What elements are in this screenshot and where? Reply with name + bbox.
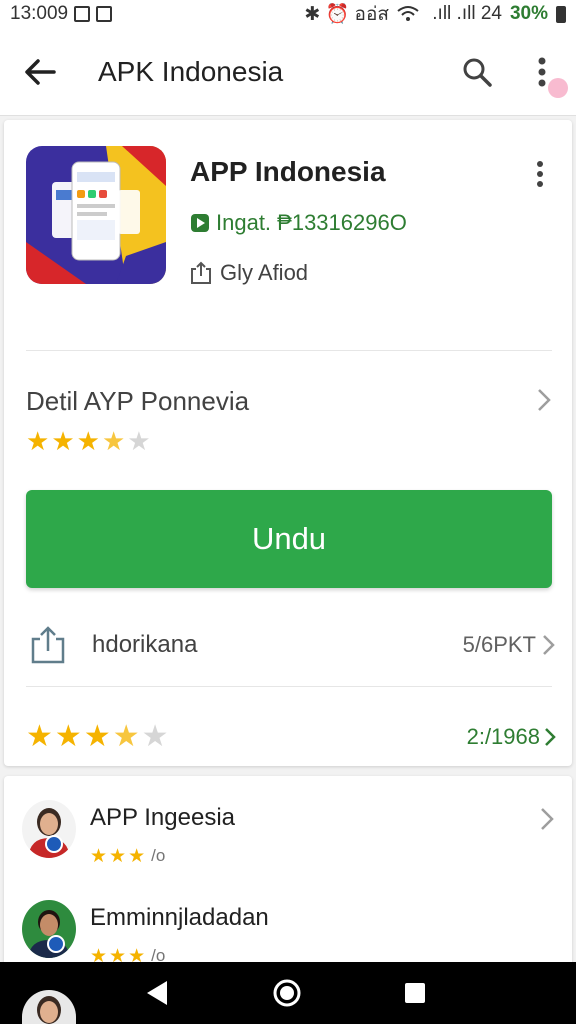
rating-count-text: 2:/1968 <box>466 724 540 749</box>
review-item[interactable]: APP Ingeesia ★ ★ ★ /o <box>22 800 562 890</box>
share-icon <box>191 261 211 284</box>
divider <box>26 350 552 351</box>
play-badge-icon <box>191 214 209 232</box>
app-icon[interactable] <box>26 146 166 284</box>
star-full-icon: ★ <box>128 845 146 867</box>
detail-chevron[interactable] <box>532 384 556 416</box>
rating-row[interactable]: ★ ★ ★ ★ ★ 2:/1968 <box>26 716 556 758</box>
star-full-icon: ★ <box>26 720 53 753</box>
more-vert-icon <box>537 161 543 187</box>
search-button[interactable] <box>452 50 502 94</box>
wifi-icon <box>397 6 419 21</box>
star-full-icon: ★ <box>109 845 127 867</box>
share-action-row[interactable]: hdorikana 5/6PKT <box>26 620 556 670</box>
star-full-icon: ★ <box>83 720 111 753</box>
share-icon <box>26 623 70 667</box>
app-name: APP Indonesia <box>190 156 386 187</box>
nav-back-icon <box>147 981 167 1005</box>
store-notification-icon <box>96 6 113 22</box>
review-author: APP Ingeesia <box>90 804 235 831</box>
nav-recents-button[interactable] <box>390 968 440 1018</box>
back-button[interactable] <box>0 28 80 116</box>
battery-percent: 30% <box>509 3 548 24</box>
back-arrow-icon <box>25 58 56 85</box>
app-logo-icon <box>26 146 166 284</box>
star-empty-icon: ★ <box>127 426 151 456</box>
review-chevron[interactable] <box>536 804 558 834</box>
install-info: Ingat. ₱13316296O <box>190 210 407 236</box>
install-text: Ingat. ₱13316296O <box>216 210 407 235</box>
notification-dot <box>548 78 568 98</box>
star-full-icon: ★ <box>76 426 100 456</box>
chevron-right-icon <box>538 389 551 411</box>
share-label: hdorikana <box>92 631 198 658</box>
star-full-icon: ★ <box>51 426 75 456</box>
battery-icon <box>556 5 566 23</box>
status-icons-text: ✱ ⏰ ออ่ส <box>304 4 389 25</box>
nav-back-button[interactable] <box>132 968 182 1018</box>
star-empty-icon: ★ <box>141 720 169 753</box>
review-rating: ★ ★ ★ /o <box>90 846 165 866</box>
divider <box>26 686 552 687</box>
rating-count[interactable]: 2:/1968 <box>467 724 556 750</box>
more-vert-icon <box>538 57 546 87</box>
review-author: Emminnjladadan <box>90 904 269 931</box>
app-options-button[interactable] <box>524 154 556 194</box>
signal-text: .ıll .ıll 24 <box>426 3 502 24</box>
status-time: 13:009 <box>10 3 69 24</box>
share-text: Gly Afiod <box>220 260 309 285</box>
gallery-notification-icon <box>74 6 91 22</box>
app-bar: APK Indonesia <box>0 28 576 116</box>
detail-rating-stars: ★ ★ ★ ★ ★ <box>26 428 151 454</box>
search-icon <box>463 58 492 87</box>
star-full-icon: ★ <box>90 845 108 867</box>
system-nav-bar <box>0 962 576 1024</box>
nav-home-button[interactable] <box>262 968 312 1018</box>
chevron-right-icon <box>545 728 556 746</box>
app-detail-card: APP Indonesia Ingat. ₱13316296O Gly Afio… <box>4 120 572 766</box>
star-half-icon: ★ <box>101 426 126 456</box>
star-half-icon: ★ <box>112 720 140 753</box>
review-score: /o <box>151 846 166 865</box>
status-bar: 13:009 ✱ ⏰ ออ่ส .ıll .ıll 24 30% <box>0 0 576 28</box>
share-value: 5/6PKT <box>462 632 536 657</box>
rating-stars: ★ ★ ★ ★ ★ <box>26 722 169 752</box>
chevron-right-icon <box>541 808 554 830</box>
chevron-right-icon <box>543 635 555 655</box>
star-full-icon: ★ <box>54 720 82 753</box>
share-info[interactable]: Gly Afiod <box>190 260 308 286</box>
star-full-icon: ★ <box>26 426 50 456</box>
reviews-card: APP Ingeesia ★ ★ ★ /o Emminnjladadan ★ ★… <box>4 776 572 976</box>
avatar <box>22 800 76 858</box>
detail-title[interactable]: Detil AYP Ponnevia <box>26 386 249 417</box>
download-button[interactable]: Undu <box>26 490 552 588</box>
page-title: APK Indonesia <box>98 55 284 87</box>
avatar <box>22 900 76 958</box>
nav-recents-icon <box>405 983 425 1003</box>
nav-home-icon <box>273 979 301 1007</box>
